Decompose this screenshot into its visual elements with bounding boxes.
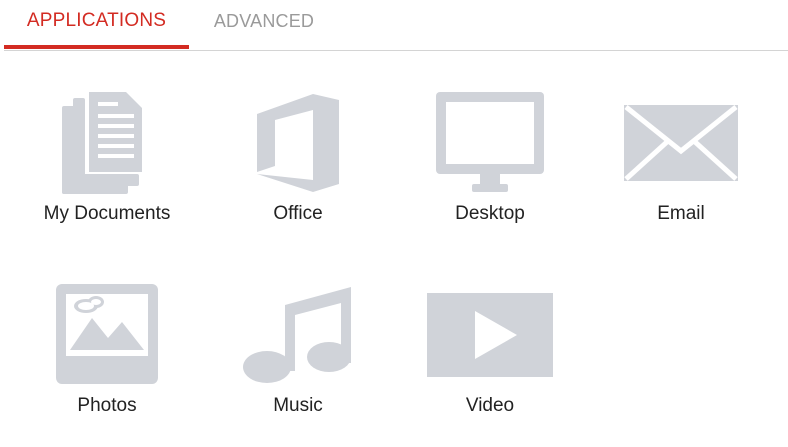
tab-applications[interactable]: APPLICATIONS: [4, 0, 189, 49]
office-icon: [218, 88, 378, 198]
app-desktop[interactable]: Desktop: [410, 88, 570, 238]
app-video[interactable]: Video: [410, 280, 570, 430]
app-label: Desktop: [455, 203, 525, 224]
music-note-icon: [218, 280, 378, 390]
photo-icon: [27, 280, 187, 390]
app-label: My Documents: [43, 203, 171, 224]
documents-icon: [27, 88, 187, 198]
app-label: Email: [657, 203, 705, 224]
app-label: Office: [273, 203, 323, 224]
tab-bar: APPLICATIONS ADVANCED: [4, 0, 788, 51]
app-music[interactable]: Music: [218, 280, 378, 430]
app-email[interactable]: Email: [601, 88, 761, 238]
app-office[interactable]: Office: [218, 88, 378, 238]
app-label: Music: [273, 395, 323, 416]
app-label: Photos: [77, 395, 137, 416]
tab-advanced[interactable]: ADVANCED: [199, 0, 329, 48]
monitor-icon: [410, 88, 570, 198]
play-icon: [410, 280, 570, 390]
app-my-documents[interactable]: My Documents: [27, 88, 187, 238]
app-label: Video: [465, 395, 515, 416]
envelope-icon: [601, 88, 761, 198]
app-photos[interactable]: Photos: [27, 280, 187, 430]
